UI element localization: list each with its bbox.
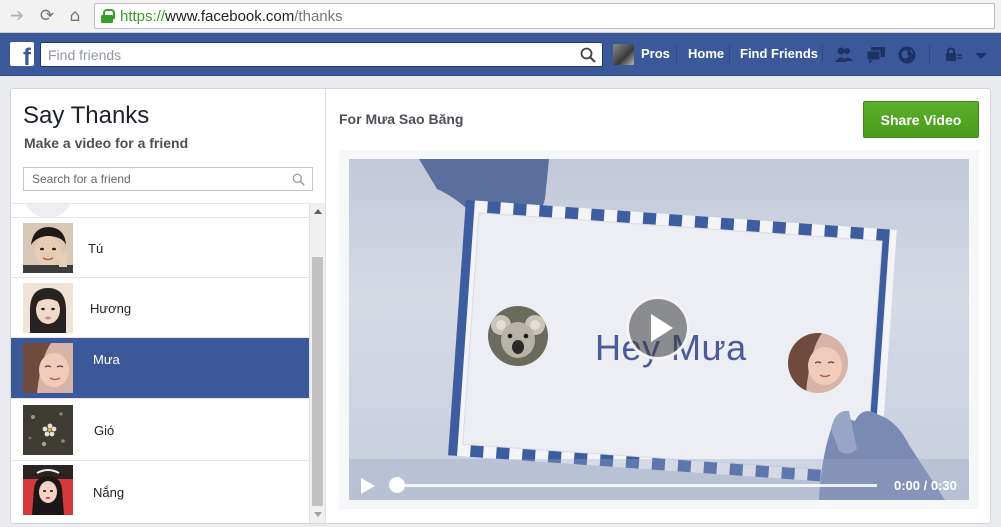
sender-avatar: [488, 306, 548, 366]
profile-avatar[interactable]: [613, 44, 634, 65]
video-time: 0:00 / 0:30: [894, 478, 957, 493]
header-divider: [676, 44, 677, 64]
header-divider: [822, 44, 823, 64]
friend-item-nang[interactable]: Nắng: [11, 461, 309, 523]
account-menu-icon[interactable]: [971, 45, 991, 65]
friend-list: Tú Hương Mưa Gió Nắng: [11, 203, 309, 523]
lock-icon: [101, 9, 115, 23]
search-icon[interactable]: [292, 173, 305, 186]
friend-search[interactable]: [23, 167, 313, 191]
url-domain: www.facebook.com: [165, 7, 295, 25]
friend-avatar: [23, 223, 73, 273]
address-bar[interactable]: https://www.facebook.com/thanks: [94, 3, 995, 29]
facebook-header: f Pros Home Find Friends: [0, 33, 1001, 76]
friend-name: Tú: [88, 241, 104, 256]
friend-name: Gió: [94, 423, 115, 438]
scrollbar-thumb[interactable]: [312, 257, 323, 506]
messages-icon[interactable]: [866, 45, 886, 65]
header-divider: [729, 44, 730, 64]
browser-toolbar: ➔ ⟳ ⌂ https://www.facebook.com/thanks: [0, 0, 1001, 33]
video-progress-handle[interactable]: [389, 477, 405, 493]
video-player-frame: Hey Mưa 0:00 / 0:30: [339, 150, 979, 509]
home-link[interactable]: Home: [688, 46, 724, 61]
back-arrow-icon[interactable]: ➔: [6, 5, 28, 27]
friend-avatar: [23, 343, 73, 393]
friend-search-input[interactable]: [24, 168, 312, 190]
video-player[interactable]: Hey Mưa 0:00 / 0:30: [349, 159, 969, 500]
friend-avatar: [23, 465, 73, 515]
header-divider: [929, 44, 930, 64]
friend-name: Hương: [90, 301, 132, 316]
friend-avatar: [23, 204, 73, 218]
profile-link[interactable]: Pros: [641, 46, 670, 61]
find-friends-input[interactable]: [41, 43, 602, 66]
find-friends-link[interactable]: Find Friends: [740, 46, 818, 61]
privacy-shortcuts-icon[interactable]: [943, 45, 963, 65]
facebook-logo-icon[interactable]: f: [10, 42, 34, 66]
video-title: For Mưa Sao Băng: [339, 111, 464, 127]
reload-icon[interactable]: ⟳: [36, 5, 58, 27]
friend-avatar: [23, 405, 73, 455]
scroll-down-arrow-icon[interactable]: [314, 512, 322, 517]
play-overlay-icon[interactable]: [626, 296, 690, 360]
search-icon[interactable]: [580, 47, 596, 63]
find-friends-search[interactable]: [40, 42, 603, 67]
page-subtitle: Make a video for a friend: [24, 135, 189, 151]
friend-name: Nắng: [93, 485, 125, 500]
friend-name: Mưa: [93, 352, 120, 367]
list-item[interactable]: [11, 204, 309, 218]
friend-item-tu[interactable]: Tú: [11, 218, 309, 278]
video-progress-track[interactable]: [393, 484, 877, 487]
url-path: /thanks: [294, 7, 343, 25]
say-thanks-panel: Say Thanks Make a video for a friend Tú …: [10, 88, 991, 524]
notifications-globe-icon[interactable]: [897, 45, 917, 65]
scroll-up-arrow-icon[interactable]: [314, 209, 322, 214]
friend-picker: Say Thanks Make a video for a friend Tú …: [11, 89, 326, 523]
recipient-avatar: [788, 333, 848, 393]
friend-item-huong[interactable]: Hương: [11, 278, 309, 338]
home-icon[interactable]: ⌂: [64, 5, 86, 27]
friend-item-mua[interactable]: Mưa: [11, 338, 309, 399]
share-video-button[interactable]: Share Video: [863, 101, 979, 138]
friend-avatar: [23, 283, 73, 333]
url-scheme: https://: [120, 7, 166, 25]
play-icon[interactable]: [361, 478, 375, 494]
friend-list-scrollbar[interactable]: [309, 203, 325, 523]
page-title: Say Thanks: [23, 102, 150, 129]
friend-item-gio[interactable]: Gió: [11, 399, 309, 461]
friend-requests-icon[interactable]: [834, 45, 854, 65]
